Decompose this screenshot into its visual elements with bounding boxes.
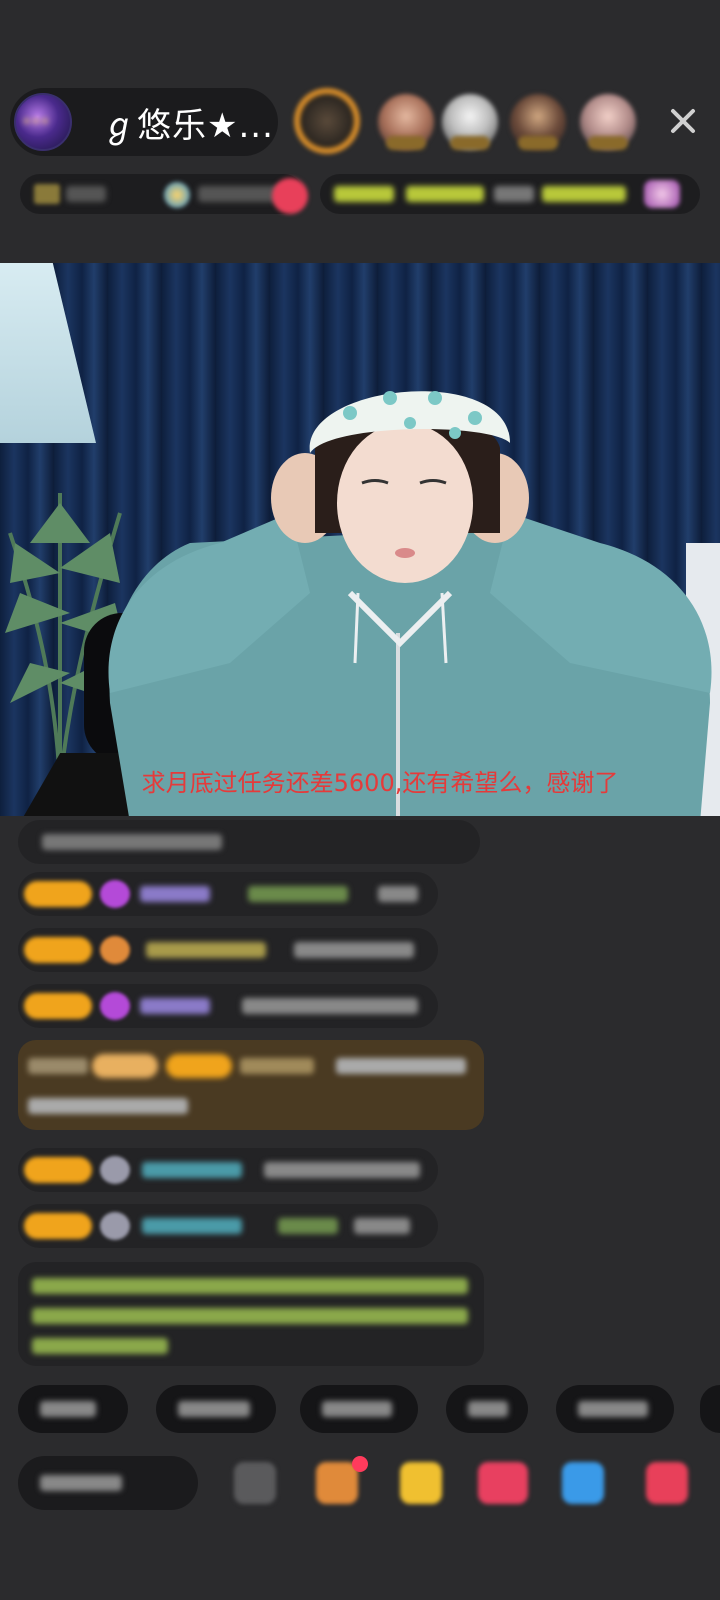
host-info-pill[interactable]: ✦✦✦ ℊ悠乐★... xyxy=(10,88,278,156)
level-badge xyxy=(24,993,92,1019)
system-notice xyxy=(18,1262,484,1366)
emoji-icon[interactable] xyxy=(234,1462,276,1504)
chat-message[interactable] xyxy=(18,984,438,1028)
chat-message[interactable] xyxy=(18,872,438,916)
chat-message[interactable] xyxy=(18,1148,438,1192)
announcement-marquee[interactable] xyxy=(320,174,700,214)
chat-input[interactable] xyxy=(18,1456,198,1510)
rank-pill[interactable] xyxy=(20,174,304,214)
host-avatar[interactable]: ✦✦✦ xyxy=(14,93,72,151)
chat-message[interactable] xyxy=(18,928,438,972)
streamer xyxy=(108,391,712,816)
viewer-badge xyxy=(386,136,426,150)
follow-heart-icon[interactable] xyxy=(272,178,308,214)
chat-message-highlight[interactable] xyxy=(18,1040,484,1130)
quick-reply-chip[interactable] xyxy=(156,1385,276,1433)
viewer-badge xyxy=(450,136,490,150)
user-avatar-icon xyxy=(100,1156,130,1184)
level-badge xyxy=(24,1213,92,1239)
quick-reply-row xyxy=(0,1385,720,1433)
fan-badge xyxy=(92,1054,158,1078)
game-icon[interactable] xyxy=(478,1462,528,1504)
gift-icon xyxy=(644,180,680,208)
quick-reply-chip[interactable] xyxy=(446,1385,528,1433)
diamond-icon xyxy=(100,992,130,1020)
diamond-icon xyxy=(100,880,130,908)
hot-icon xyxy=(164,182,190,208)
quick-reply-chip[interactable] xyxy=(300,1385,418,1433)
user-avatar-icon xyxy=(100,1212,130,1240)
quick-reply-chip[interactable] xyxy=(700,1385,720,1433)
viewer-badge xyxy=(588,136,628,150)
share-icon[interactable] xyxy=(562,1462,604,1504)
gift-icon[interactable] xyxy=(646,1462,688,1504)
level-badge xyxy=(166,1054,232,1078)
chat-message[interactable] xyxy=(18,820,480,864)
quick-reply-chip[interactable] xyxy=(18,1385,128,1433)
flame-icon xyxy=(100,936,130,964)
viewer-badge xyxy=(518,136,558,150)
host-name: ℊ悠乐★... xyxy=(102,105,274,146)
chat-message[interactable] xyxy=(18,1204,438,1248)
level-badge xyxy=(24,881,92,907)
notification-dot xyxy=(352,1456,368,1472)
red-packet-icon[interactable] xyxy=(400,1462,442,1504)
video-caption: 求月底过任务还差5600,还有希望么，感谢了 xyxy=(141,769,619,797)
lamp xyxy=(0,263,96,443)
level-badge xyxy=(24,937,92,963)
close-icon[interactable] xyxy=(666,104,700,138)
quick-reply-chip[interactable] xyxy=(556,1385,674,1433)
top-viewer-avatar[interactable] xyxy=(294,88,360,154)
level-badge xyxy=(24,1157,92,1183)
rank-icon xyxy=(34,184,60,204)
bottom-toolbar xyxy=(0,1452,720,1512)
live-video[interactable]: 求月底过任务还差5600,还有希望么，感谢了 xyxy=(0,263,720,816)
lucky-bag-icon[interactable] xyxy=(316,1462,358,1504)
